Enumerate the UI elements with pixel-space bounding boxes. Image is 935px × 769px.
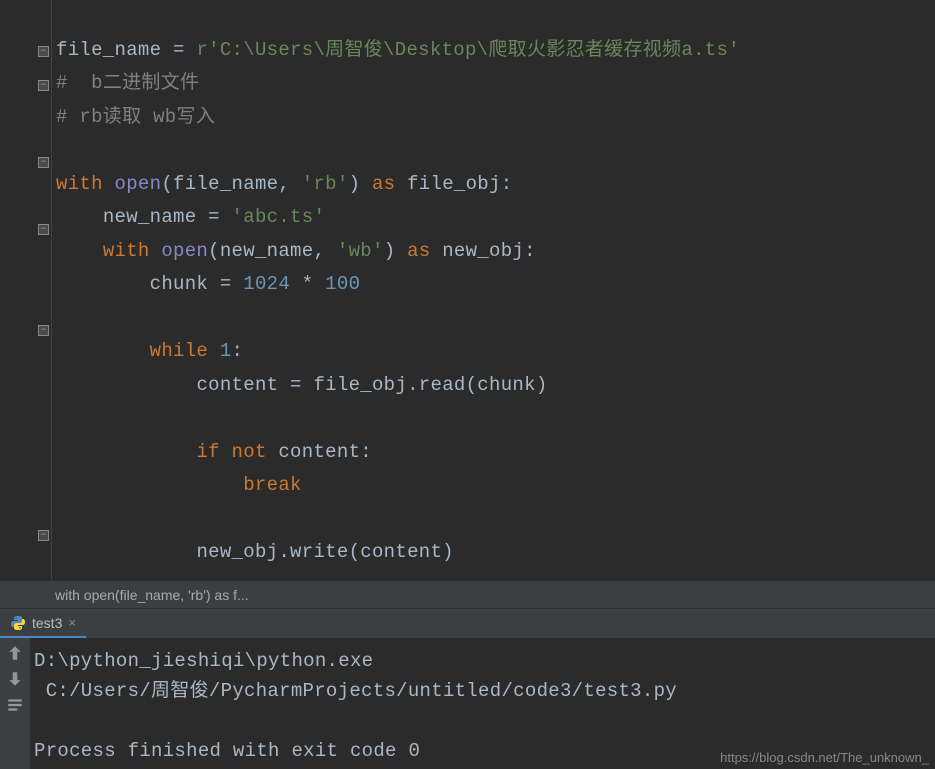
- code-token: if: [196, 441, 219, 463]
- code-token: chunk: [150, 273, 209, 295]
- code-token: 'C:\Users\周智俊\Desktop\爬取火影忍者缓存视频a.ts': [208, 39, 740, 61]
- code-token: 'rb': [302, 173, 349, 195]
- console-line: D:\python_jieshiqi\python.exe: [34, 650, 373, 672]
- editor-gutter: [0, 0, 52, 580]
- code-token: 二进制文件: [103, 72, 200, 94]
- tab-label: test3: [32, 615, 62, 631]
- code-token: 1: [220, 340, 232, 362]
- code-token: content: [278, 441, 360, 463]
- code-token: while: [150, 340, 209, 362]
- code-token: *: [290, 273, 325, 295]
- console-line: C:/Users/周智俊/PycharmProjects/untitled/co…: [34, 680, 677, 702]
- fold-icon[interactable]: [38, 224, 49, 235]
- console-gutter: [0, 638, 30, 769]
- code-token: new_name: [220, 240, 314, 262]
- code-token: 'wb': [337, 240, 384, 262]
- code-token: r: [196, 39, 208, 61]
- fold-icon[interactable]: [38, 46, 49, 57]
- code-token: not: [232, 441, 267, 463]
- code-token: new_obj: [442, 240, 524, 262]
- editor-area: file_name = r'C:\Users\周智俊\Desktop\爬取火影忍…: [0, 0, 935, 580]
- fold-icon[interactable]: [38, 325, 49, 336]
- code-token: b: [91, 72, 103, 94]
- arrow-down-icon[interactable]: [6, 670, 24, 688]
- fold-icon[interactable]: [38, 80, 49, 91]
- arrow-up-icon[interactable]: [6, 644, 24, 662]
- code-token: # rb读取 wb写入: [56, 106, 215, 128]
- code-token: .write(content): [278, 541, 454, 563]
- code-token: #: [56, 72, 91, 94]
- breadcrumb[interactable]: with open(file_name, 'rb') as f...: [0, 580, 935, 608]
- code-token: content: [196, 374, 278, 396]
- tab-test3[interactable]: test3 ×: [0, 609, 86, 638]
- code-token: open: [161, 240, 208, 262]
- watermark: https://blog.csdn.net/The_unknown_: [720, 750, 929, 765]
- wrap-icon[interactable]: [6, 696, 24, 714]
- code-token: as: [372, 173, 395, 195]
- fold-icon[interactable]: [38, 530, 49, 541]
- code-token: =: [161, 39, 196, 61]
- console-panel: D:\python_jieshiqi\python.exe C:/Users/周…: [0, 638, 935, 769]
- code-token: file_name: [56, 39, 161, 61]
- run-tabs: test3 ×: [0, 608, 935, 638]
- code-token: open: [115, 173, 162, 195]
- code-token: with: [103, 240, 150, 262]
- code-token: 1024: [243, 273, 290, 295]
- code-token: with: [56, 173, 103, 195]
- python-icon: [10, 615, 26, 631]
- code-content[interactable]: file_name = r'C:\Users\周智俊\Desktop\爬取火影忍…: [52, 0, 935, 580]
- code-token: file_obj: [407, 173, 501, 195]
- code-token: file_name: [173, 173, 278, 195]
- close-icon[interactable]: ×: [68, 615, 76, 630]
- code-token: 'abc.ts': [232, 206, 326, 228]
- code-token: .read(chunk): [407, 374, 547, 396]
- console-line: Process finished with exit code 0: [34, 740, 420, 762]
- fold-icon[interactable]: [38, 157, 49, 168]
- code-token: file_obj: [313, 374, 407, 396]
- code-token: as: [407, 240, 430, 262]
- code-token: new_obj: [196, 541, 278, 563]
- code-token: new_name: [103, 206, 197, 228]
- code-token: 100: [325, 273, 360, 295]
- code-token: break: [243, 474, 302, 496]
